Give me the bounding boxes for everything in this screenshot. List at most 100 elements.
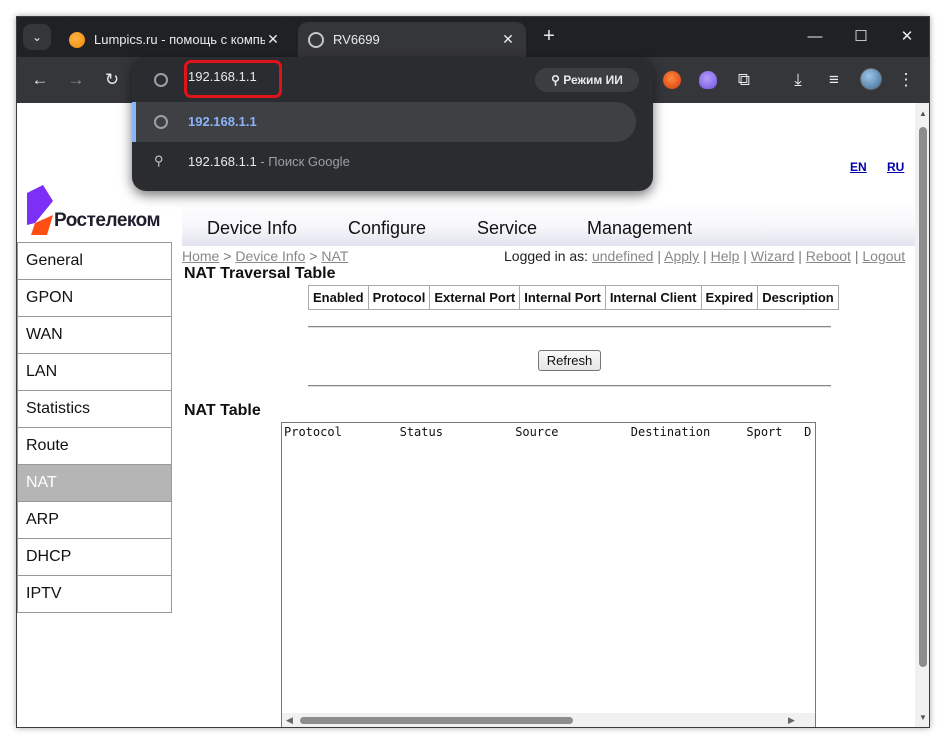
breadcrumb: Home > Device Info > NAT — [182, 248, 348, 264]
column-external-port: External Port — [429, 285, 521, 310]
logout-link[interactable]: Logout — [862, 248, 905, 264]
topnav-device-info[interactable]: Device Info — [207, 218, 297, 239]
topnav-management[interactable]: Management — [587, 218, 692, 239]
minimize-button[interactable]: — — [795, 23, 835, 51]
tab-title: Lumpics.ru - помощь с компьютером — [94, 32, 265, 47]
tab-title: RV6699 — [333, 32, 380, 47]
sidebar-item-statistics[interactable]: Statistics — [17, 390, 172, 428]
page-scrollbar[interactable]: ▲ ▼ — [915, 103, 929, 727]
reading-list-icon[interactable]: ≡ — [821, 67, 847, 93]
divider — [308, 326, 831, 328]
sidebar-item-route[interactable]: Route — [17, 427, 172, 465]
top-navigation: Device Info Configure Service Management — [182, 202, 915, 246]
scroll-right-icon[interactable]: ▶ — [788, 715, 795, 726]
breadcrumb-sep: > — [305, 248, 322, 264]
suggestion-query: 192.168.1.1 — [188, 154, 257, 169]
separator: | — [739, 248, 751, 264]
tab-search-button[interactable]: ⌄ — [23, 24, 51, 50]
router-page: EN RU Ростелеком Device Info Configure S… — [17, 103, 915, 727]
address-highlight-box — [184, 60, 282, 98]
apply-link[interactable]: Apply — [664, 248, 699, 264]
suggestion-label: 192.168.1.1 — [188, 114, 257, 129]
maximize-button[interactable]: ☐ — [841, 23, 881, 51]
sidebar-item-lan[interactable]: LAN — [17, 353, 172, 391]
breadcrumb-device-info[interactable]: Device Info — [235, 248, 305, 264]
profile-avatar[interactable] — [860, 68, 882, 90]
column-enabled: Enabled — [308, 285, 369, 310]
download-icon[interactable]: ⤓ — [785, 67, 811, 93]
breadcrumb-home[interactable]: Home — [182, 248, 219, 264]
close-window-button[interactable]: ✕ — [887, 23, 927, 51]
separator: | — [653, 248, 665, 264]
search-icon: ⚲ — [154, 153, 164, 168]
sidebar-menu: General GPON WAN LAN Statistics Route NA… — [17, 242, 173, 613]
resize-grip-icon[interactable] — [802, 713, 815, 727]
brand-logo-text: Ростелеком — [54, 210, 161, 231]
topnav-service[interactable]: Service — [477, 218, 537, 239]
user-status-line: Logged in as: undefined | Apply | Help |… — [504, 248, 905, 264]
globe-icon — [154, 73, 168, 87]
tab-close-icon[interactable]: ✕ — [500, 31, 516, 48]
breadcrumb-sep: > — [219, 248, 236, 264]
separator: | — [850, 248, 863, 264]
tab-close-icon[interactable]: ✕ — [265, 31, 281, 48]
nat-table-content: Protocol Status Source Destination Sport… — [284, 425, 812, 439]
lang-en-link[interactable]: EN — [850, 160, 867, 174]
sidebar-item-nat[interactable]: NAT — [17, 464, 172, 502]
nat-table-title: NAT Table — [184, 402, 261, 419]
reload-button[interactable]: ↻ — [99, 67, 125, 93]
suggestion-text-group: 192.168.1.1 - Поиск Google — [188, 154, 350, 169]
suggestion-url[interactable]: 192.168.1.1 — [132, 102, 636, 142]
separator: | — [699, 248, 711, 264]
lumpics-favicon-icon — [69, 31, 85, 48]
help-link[interactable]: Help — [711, 248, 740, 264]
forward-button[interactable]: → — [63, 67, 89, 93]
separator: | — [794, 248, 806, 264]
tab-lumpics[interactable]: Lumpics.ru - помощь с компьютером ✕ — [59, 22, 291, 57]
nat-traversal-table: Enabled Protocol External Port Internal … — [308, 285, 839, 310]
column-internal-port: Internal Port — [519, 285, 606, 310]
table-header-row: Enabled Protocol External Port Internal … — [308, 285, 839, 310]
horizontal-scrollbar[interactable]: ◀ ▶ — [282, 713, 802, 727]
column-expired: Expired — [700, 285, 759, 310]
suggestion-search[interactable]: ⚲ 192.168.1.1 - Поиск Google — [132, 142, 636, 182]
refresh-button[interactable]: Refresh — [538, 350, 601, 371]
selection-indicator — [132, 102, 136, 142]
page-scrollbar-thumb[interactable] — [919, 127, 927, 667]
back-button[interactable]: ← — [27, 67, 53, 93]
wizard-link[interactable]: Wizard — [751, 248, 795, 264]
new-tab-button[interactable]: + — [537, 25, 561, 49]
breadcrumb-nat[interactable]: NAT — [321, 248, 348, 264]
column-protocol: Protocol — [367, 285, 431, 310]
ai-mode-button[interactable]: ⚲ Режим ИИ — [535, 68, 639, 92]
column-description: Description — [757, 285, 839, 310]
sidebar-item-iptv[interactable]: IPTV — [17, 575, 172, 613]
divider — [308, 385, 831, 387]
scroll-left-icon[interactable]: ◀ — [286, 715, 293, 726]
suggestion-hint: Поиск Google — [268, 154, 350, 169]
omnibox-dropdown: 192.168.1.1 ⚲ Режим ИИ 192.168.1.1 ⚲ 192… — [132, 57, 653, 191]
sidebar-item-arp[interactable]: ARP — [17, 501, 172, 539]
sidebar-item-general[interactable]: General — [17, 242, 172, 280]
rostelecom-logo-icon — [27, 185, 53, 235]
extension-ghost-icon[interactable] — [699, 71, 717, 89]
scroll-up-icon[interactable]: ▲ — [918, 109, 928, 119]
lang-ru-link[interactable]: RU — [887, 160, 904, 174]
menu-kebab-icon[interactable]: ⋮ — [893, 67, 919, 93]
logged-in-label: Logged in as: — [504, 248, 592, 264]
nat-table-textarea[interactable]: Protocol Status Source Destination Sport… — [281, 422, 816, 727]
extensions-puzzle-icon[interactable]: ⧉ — [731, 67, 757, 93]
sidebar-item-wan[interactable]: WAN — [17, 316, 172, 354]
tab-rv6699[interactable]: RV6699 ✕ — [298, 22, 526, 57]
scroll-down-icon[interactable]: ▼ — [918, 713, 928, 723]
scrollbar-thumb[interactable] — [300, 717, 573, 724]
globe-favicon-icon — [308, 31, 324, 48]
globe-icon — [154, 115, 168, 129]
nat-traversal-title: NAT Traversal Table — [184, 265, 336, 282]
topnav-configure[interactable]: Configure — [348, 218, 426, 239]
sidebar-item-dhcp[interactable]: DHCP — [17, 538, 172, 576]
reboot-link[interactable]: Reboot — [806, 248, 851, 264]
extension-fox-icon[interactable] — [663, 71, 681, 89]
sidebar-item-gpon[interactable]: GPON — [17, 279, 172, 317]
user-link[interactable]: undefined — [592, 248, 654, 264]
